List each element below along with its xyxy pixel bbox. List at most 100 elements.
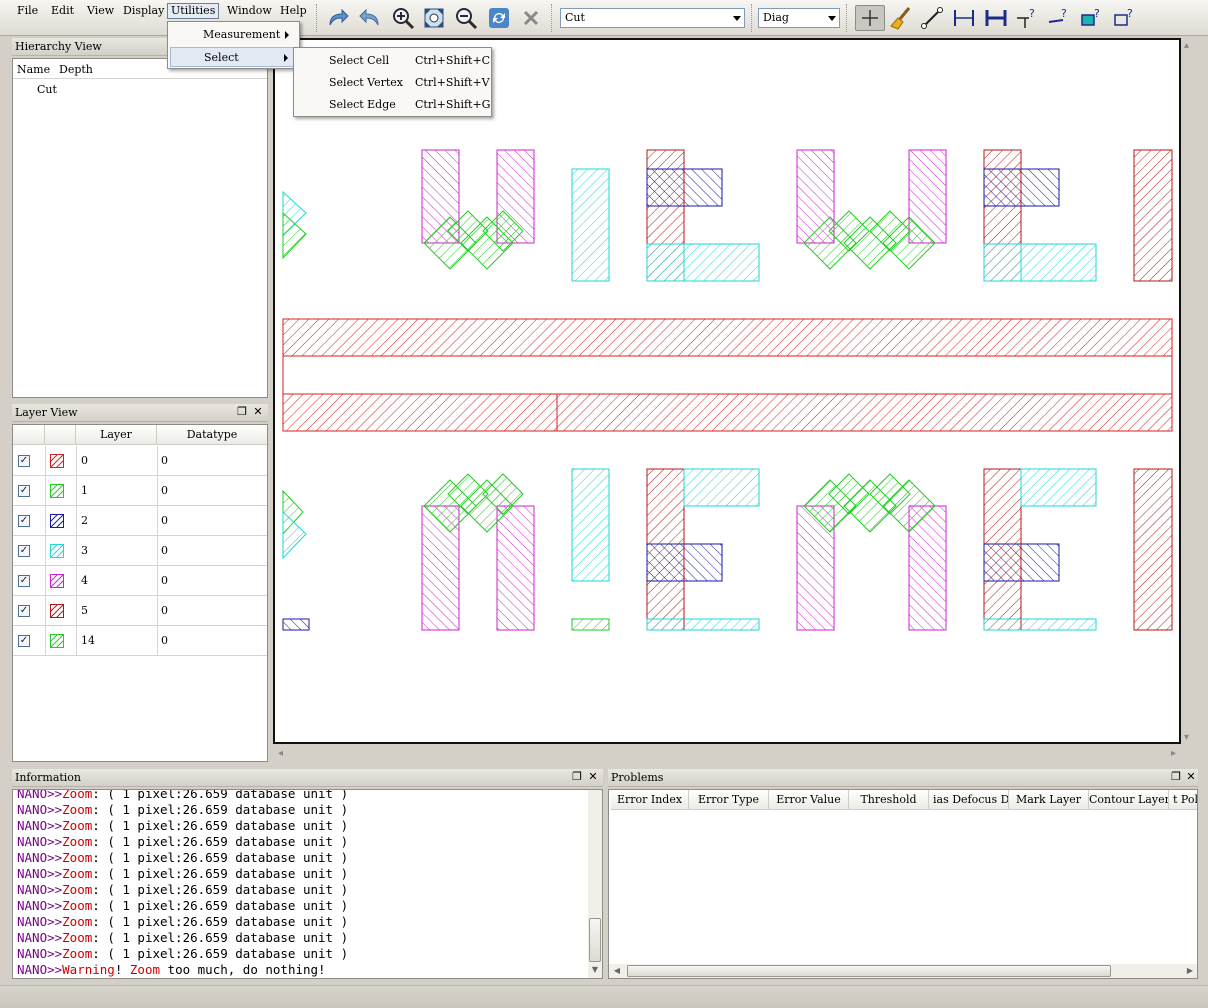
- measure-line-icon[interactable]: [919, 5, 945, 31]
- problems-col-error-value[interactable]: Error Value: [769, 790, 849, 810]
- close-icon[interactable]: ✕: [1185, 771, 1197, 783]
- layer-visible-checkbox[interactable]: ✓: [18, 485, 30, 497]
- log-scroll-thumb[interactable]: [589, 918, 601, 962]
- measure-h-icon[interactable]: [951, 5, 977, 31]
- layer-row[interactable]: ✓ 1 0: [13, 476, 267, 506]
- layer-col-check[interactable]: [13, 425, 45, 445]
- clear-brush-icon[interactable]: [888, 5, 914, 31]
- measure-h-bold-icon[interactable]: [983, 5, 1009, 31]
- information-log[interactable]: NANO>>Zoom: ( 1 pixel:26.659 database un…: [12, 789, 603, 979]
- problems-scroll-thumb[interactable]: [627, 965, 1111, 977]
- menu-item-select-cell[interactable]: Select Cell Ctrl+Shift+C: [296, 51, 490, 71]
- layer-row[interactable]: ✓ 2 0: [13, 506, 267, 536]
- menu-window[interactable]: Window: [224, 4, 275, 20]
- box-query-icon[interactable]: ?: [1111, 5, 1137, 31]
- cell-combo-value: Cut: [565, 11, 585, 24]
- layer-color-swatch[interactable]: [50, 544, 64, 558]
- log-prefix: NANO>>: [17, 930, 63, 945]
- layer-color-swatch[interactable]: [50, 484, 64, 498]
- scroll-down-icon[interactable]: ▾: [1184, 732, 1189, 743]
- menu-edit[interactable]: Edit: [48, 4, 77, 20]
- layer-visible-checkbox[interactable]: ✓: [18, 455, 30, 467]
- measure-edge-icon[interactable]: ?: [1046, 5, 1072, 31]
- scroll-left-icon[interactable]: ◂: [278, 748, 283, 759]
- layer-visible-checkbox[interactable]: ✓: [18, 515, 30, 527]
- hierarchy-col-name[interactable]: Name: [17, 63, 50, 76]
- problems-col-contour-layer[interactable]: Contour Layer: [1089, 790, 1169, 810]
- layout-shape: [571, 618, 610, 631]
- layer-row[interactable]: ✓ 5 0: [13, 596, 267, 626]
- stop-icon[interactable]: [518, 5, 544, 31]
- problems-col-error-type[interactable]: Error Type: [689, 790, 769, 810]
- zoom-in-icon[interactable]: [390, 5, 416, 31]
- layout-shape: [683, 243, 760, 282]
- problems-col-threshold[interactable]: Threshold: [849, 790, 929, 810]
- layout-shape: [646, 168, 723, 207]
- problems-scrollbar[interactable]: ◀ ▶: [609, 964, 1197, 978]
- column-divider: [76, 596, 77, 626]
- scroll-up-icon[interactable]: ▴: [1184, 40, 1189, 51]
- layer-visible-checkbox[interactable]: ✓: [18, 635, 30, 647]
- float-icon[interactable]: ❐: [236, 406, 248, 418]
- information-title-text: Information: [15, 771, 82, 784]
- select-edge-shortcut: Ctrl+Shift+G: [415, 98, 491, 111]
- select-cursor-icon[interactable]: [855, 5, 885, 31]
- close-icon[interactable]: ✕: [587, 771, 599, 783]
- menu-display[interactable]: Display: [120, 4, 167, 20]
- scroll-left-icon[interactable]: ◀: [611, 965, 623, 977]
- float-icon[interactable]: ❐: [571, 771, 583, 783]
- hierarchy-item-cut[interactable]: Cut: [37, 83, 57, 96]
- scroll-down-icon[interactable]: ▼: [589, 964, 601, 976]
- zoom-out-icon[interactable]: [453, 5, 479, 31]
- problems-col-mark-layer[interactable]: Mark Layer: [1009, 790, 1089, 810]
- problems-col-error-index[interactable]: Error Index: [611, 790, 689, 810]
- close-icon[interactable]: ✕: [252, 406, 264, 418]
- layer-color-swatch[interactable]: [50, 604, 64, 618]
- layer-visible-checkbox[interactable]: ✓: [18, 575, 30, 587]
- layer-color-swatch[interactable]: [50, 574, 64, 588]
- layer-row[interactable]: ✓ 4 0: [13, 566, 267, 596]
- refresh-icon[interactable]: [486, 5, 512, 31]
- layer-color-swatch[interactable]: [50, 514, 64, 528]
- undo-icon[interactable]: [357, 5, 383, 31]
- svg-text:?: ?: [1061, 7, 1067, 20]
- menu-view[interactable]: View: [84, 4, 117, 20]
- pattern-combo[interactable]: Diag: [758, 8, 840, 28]
- layer-visible-checkbox[interactable]: ✓: [18, 605, 30, 617]
- layout-canvas[interactable]: ◂ ▸ ▴ ▾: [273, 38, 1198, 764]
- layer-color-swatch[interactable]: [50, 634, 64, 648]
- scroll-right-icon[interactable]: ▸: [1171, 748, 1176, 759]
- float-icon[interactable]: ❐: [1170, 771, 1182, 783]
- layer-col-datatype[interactable]: Datatype: [157, 425, 267, 445]
- menu-item-measurement[interactable]: Measurement: [170, 25, 297, 45]
- redo-icon[interactable]: [325, 5, 351, 31]
- menu-item-select-edge[interactable]: Select Edge Ctrl+Shift+G: [296, 95, 491, 115]
- log-prefix: NANO>>: [17, 818, 63, 833]
- measure-vertex-icon[interactable]: ?: [1014, 5, 1040, 31]
- layer-col-layer[interactable]: Layer: [76, 425, 157, 445]
- layer-row[interactable]: ✓ 14 0: [13, 626, 267, 656]
- problems-col-polygon[interactable]: t Poly: [1169, 790, 1197, 810]
- layout-shape: [983, 243, 1022, 282]
- layer-query-icon[interactable]: ?: [1078, 5, 1104, 31]
- problems-col-bias-defocus-dose[interactable]: ias Defocus Dos: [929, 790, 1009, 810]
- menu-utilities[interactable]: Utilities: [167, 3, 220, 19]
- cell-combo[interactable]: Cut: [560, 8, 745, 28]
- log-scrollbar[interactable]: ▼: [588, 790, 602, 978]
- column-divider: [45, 566, 46, 596]
- scroll-right-icon[interactable]: ▶: [1184, 965, 1196, 977]
- menu-item-select-vertex[interactable]: Select Vertex Ctrl+Shift+V: [296, 73, 490, 93]
- fit-icon[interactable]: [421, 5, 447, 31]
- menu-help[interactable]: Help: [277, 4, 310, 20]
- layer-color-swatch[interactable]: [50, 454, 64, 468]
- layer-row[interactable]: ✓ 0 0: [13, 446, 267, 476]
- layer-row[interactable]: ✓ 3 0: [13, 536, 267, 566]
- layer-col-color[interactable]: [45, 425, 76, 445]
- hierarchy-tree[interactable]: Name Depth Cut: [12, 58, 268, 398]
- hierarchy-col-depth[interactable]: Depth: [59, 63, 93, 76]
- menu-item-select[interactable]: Select: [170, 47, 297, 67]
- log-keyword: Zoom: [62, 802, 93, 817]
- column-divider: [157, 536, 158, 566]
- layer-visible-checkbox[interactable]: ✓: [18, 545, 30, 557]
- menu-file[interactable]: File: [14, 4, 41, 20]
